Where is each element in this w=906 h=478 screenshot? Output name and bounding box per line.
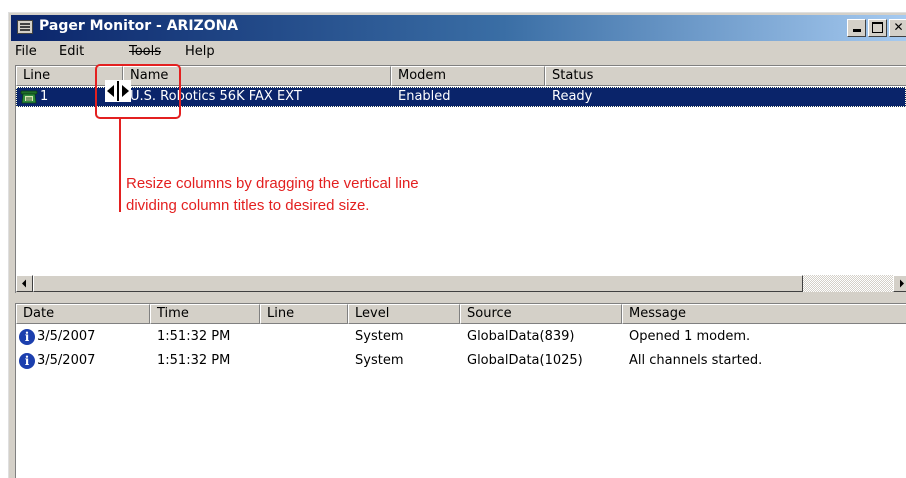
column-header-date[interactable]: Date <box>16 304 150 324</box>
annotation-text-line-2: dividing column titles to desired size. <box>126 197 370 214</box>
pager-app-icon <box>17 20 33 34</box>
arrow-left-icon <box>22 279 26 288</box>
minimize-button[interactable] <box>847 19 866 37</box>
log-source: GlobalData(839) <box>467 329 575 344</box>
column-header-source[interactable]: Source <box>460 304 622 324</box>
column-header-line[interactable]: Line <box>260 304 348 324</box>
column-header-modem[interactable]: Modem <box>391 66 545 86</box>
menu-file[interactable]: File <box>15 44 37 59</box>
close-icon: ✕ <box>893 20 904 34</box>
maximize-icon <box>872 22 883 33</box>
log-row[interactable]: i 3/5/2007 1:51:32 PM System GlobalData(… <box>16 351 906 371</box>
column-header-message[interactable]: Message <box>622 304 906 324</box>
log-source: GlobalData(1025) <box>467 353 583 368</box>
log-header-row: Date Time Line Level Source Message <box>16 304 906 324</box>
window-controls: ✕ <box>845 19 906 37</box>
pane-splitter[interactable] <box>9 294 906 300</box>
log-time: 1:51:32 PM <box>157 329 231 344</box>
annotation-text-line-1: Resize columns by dragging the vertical … <box>126 175 419 192</box>
menu-tools[interactable]: Tools <box>129 44 161 59</box>
scroll-right-button[interactable] <box>893 275 906 292</box>
log-row[interactable]: i 3/5/2007 1:51:32 PM System GlobalData(… <box>16 327 906 347</box>
window-title: Pager Monitor - ARIZONA <box>39 18 239 34</box>
column-header-level[interactable]: Level <box>348 304 460 324</box>
scroll-left-button[interactable] <box>16 275 33 292</box>
scrollbar-track[interactable] <box>803 275 893 292</box>
column-header-time[interactable]: Time <box>150 304 260 324</box>
menu-edit[interactable]: Edit <box>59 44 84 59</box>
info-icon: i <box>19 329 35 345</box>
scrollbar-thumb[interactable] <box>33 275 803 292</box>
column-resize-cursor-icon <box>105 80 131 102</box>
column-header-status[interactable]: Status <box>545 66 906 86</box>
line-modem: Enabled <box>398 89 451 104</box>
log-level: System <box>355 353 404 368</box>
horizontal-scrollbar[interactable] <box>16 275 906 293</box>
minimize-icon <box>852 29 861 32</box>
log-date: 3/5/2007 <box>37 353 96 368</box>
log-message: All channels started. <box>629 353 763 368</box>
log-list[interactable]: Date Time Line Level Source Message i 3/… <box>15 303 906 478</box>
close-button[interactable]: ✕ <box>889 19 906 37</box>
log-message: Opened 1 modem. <box>629 329 751 344</box>
info-icon: i <box>19 353 35 369</box>
annotation-text: Resize columns by dragging the vertical … <box>126 173 419 217</box>
phone-icon <box>20 90 38 104</box>
log-time: 1:51:32 PM <box>157 353 231 368</box>
menu-help[interactable]: Help <box>185 44 215 59</box>
log-level: System <box>355 329 404 344</box>
arrow-right-icon <box>900 279 904 288</box>
maximize-button[interactable] <box>868 19 887 37</box>
log-date: 3/5/2007 <box>37 329 96 344</box>
menu-bar: File Edit Tools Help <box>11 43 906 63</box>
line-status: Ready <box>552 89 593 104</box>
title-bar[interactable]: Pager Monitor - ARIZONA ✕ <box>11 15 906 41</box>
line-number: 1 <box>40 89 49 104</box>
annotation-pointer-line <box>119 119 121 212</box>
